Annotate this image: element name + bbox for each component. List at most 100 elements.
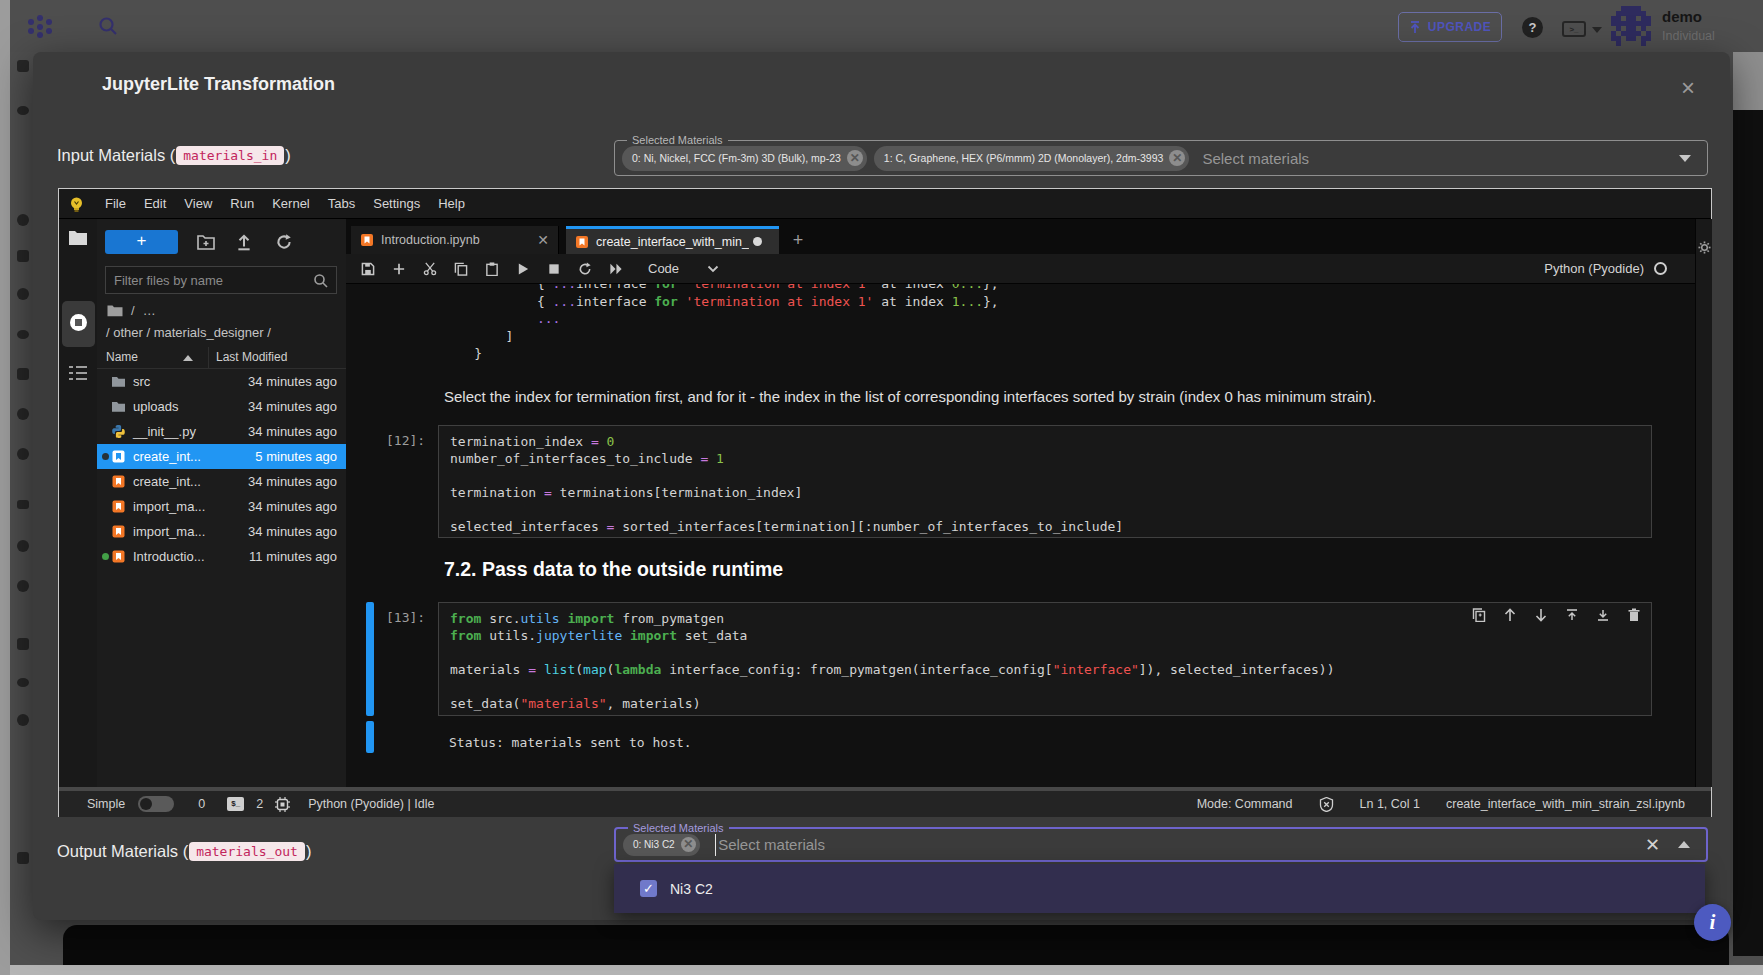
file-row[interactable]: Introductio...11 minutes ago xyxy=(97,544,346,569)
insert-cell-above-icon[interactable] xyxy=(1565,608,1579,622)
new-folder-icon[interactable] xyxy=(197,233,215,251)
breadcrumb-ellipsis[interactable]: … xyxy=(143,303,156,318)
output-label-suffix: ) xyxy=(306,842,312,861)
file-row[interactable]: __init__.py34 minutes ago xyxy=(97,419,346,444)
refresh-icon[interactable] xyxy=(275,233,293,251)
filter-files-input[interactable]: Filter files by name xyxy=(105,266,337,294)
file-list-header: Name Last Modified xyxy=(97,347,346,369)
output-materials-select[interactable]: Selected Materials 0: Ni3 C2✕ Select mat… xyxy=(614,827,1708,862)
move-cell-down-icon[interactable] xyxy=(1534,608,1548,622)
tab-close-icon[interactable]: ✕ xyxy=(537,232,549,248)
home-folder-icon[interactable] xyxy=(107,304,123,317)
dropdown-item-label[interactable]: Ni3 C2 xyxy=(670,881,713,897)
tab-introduction[interactable]: Introduction.ipynb ✕ xyxy=(351,226,559,254)
menu-run[interactable]: Run xyxy=(221,196,263,211)
unsaved-dot-icon[interactable] xyxy=(753,237,762,246)
console-caret-icon[interactable] xyxy=(1592,27,1602,33)
upload-icon[interactable] xyxy=(235,233,253,251)
restart-run-all-icon[interactable] xyxy=(609,262,623,276)
save-icon[interactable] xyxy=(361,262,375,276)
file-row[interactable]: import_ma...34 minutes ago xyxy=(97,494,346,519)
sort-asc-icon[interactable] xyxy=(183,355,193,361)
breadcrumb-root[interactable]: / xyxy=(131,303,135,318)
file-list: src34 minutes agouploads34 minutes ago__… xyxy=(97,369,346,569)
copy-icon[interactable] xyxy=(454,262,468,276)
code-cell-13[interactable]: from src.utils import from_pymatgenfrom … xyxy=(438,602,1652,716)
filter-search-icon xyxy=(313,273,328,288)
menu-view[interactable]: View xyxy=(175,196,221,211)
file-row[interactable]: src34 minutes ago xyxy=(97,369,346,394)
material-chip[interactable]: 0: Ni, Nickel, FCC (Fm-3m) 3D (Bulk), mp… xyxy=(622,146,867,171)
cell-13-prompt: [13]: xyxy=(386,610,434,625)
menu-file[interactable]: File xyxy=(96,196,135,211)
notebook-pane: Introduction.ipynb ✕ create_interface_wi… xyxy=(346,219,1711,787)
cell-type-caret-icon[interactable] xyxy=(707,265,719,273)
help-icon[interactable]: ? xyxy=(1522,17,1543,38)
cursor-position[interactable]: Ln 1, Col 1 xyxy=(1360,797,1420,811)
file-row[interactable]: create_int...34 minutes ago xyxy=(97,469,346,494)
close-icon[interactable]: × xyxy=(1675,76,1701,102)
cell-type-select[interactable]: Code xyxy=(648,261,679,276)
chip-remove-icon[interactable]: ✕ xyxy=(1169,150,1185,166)
chevron-down-icon[interactable] xyxy=(1679,155,1691,162)
new-tab-button[interactable]: + xyxy=(783,226,813,254)
file-modified-time: 11 minutes ago xyxy=(249,549,337,564)
menu-edit[interactable]: Edit xyxy=(135,196,175,211)
kernel-status[interactable]: Python (Pyodide) | Idle xyxy=(308,797,434,811)
file-row[interactable]: uploads34 minutes ago xyxy=(97,394,346,419)
markdown-paragraph: Select the index for termination first, … xyxy=(444,388,1376,405)
file-row[interactable]: import_ma...34 minutes ago xyxy=(97,519,346,544)
duplicate-cell-icon[interactable] xyxy=(1472,608,1486,622)
column-last-modified[interactable]: Last Modified xyxy=(216,350,287,364)
move-cell-up-icon[interactable] xyxy=(1503,608,1517,622)
material-chip[interactable]: 1: C, Graphene, HEX (P6/mmm) 2D (Monolay… xyxy=(874,146,1190,171)
code-cell-12[interactable]: termination_index = 0number_of_interface… xyxy=(438,425,1652,538)
breadcrumb[interactable]: / … xyxy=(107,303,156,318)
console-icon[interactable]: >_ xyxy=(1562,21,1586,37)
kernel-count[interactable]: 2 xyxy=(256,797,263,811)
chip-remove-icon[interactable]: ✕ xyxy=(681,837,696,852)
upgrade-button[interactable]: UPGRADE xyxy=(1398,12,1502,42)
notebook-scroll-area[interactable]: { ...interface for 'termination at index… xyxy=(346,284,1695,787)
stop-icon[interactable] xyxy=(547,262,561,276)
menu-tabs[interactable]: Tabs xyxy=(319,196,364,211)
python-file-icon xyxy=(111,424,126,439)
terminal-count[interactable]: 0 xyxy=(198,797,205,811)
cell-output-text: Status: materials sent to host. xyxy=(449,734,692,752)
restart-icon[interactable] xyxy=(578,262,592,276)
gear-icon[interactable] xyxy=(1698,241,1711,254)
tab-create-interface[interactable]: create_interface_with_min_ xyxy=(566,226,779,254)
insert-cell-below-icon[interactable] xyxy=(1596,608,1610,622)
input-materials-select[interactable]: Selected Materials 0: Ni, Nickel, FCC (F… xyxy=(614,140,1708,176)
paste-icon[interactable] xyxy=(485,262,499,276)
app-logo-icon[interactable] xyxy=(28,15,52,39)
new-launcher-button[interactable]: + xyxy=(105,230,178,254)
running-sessions-icon[interactable] xyxy=(68,312,89,333)
chevron-up-icon[interactable] xyxy=(1678,841,1690,848)
kernel-name[interactable]: Python (Pyodide) xyxy=(1544,261,1644,276)
jupyter-menu-bar: FileEditViewRunKernelTabsSettingsHelp xyxy=(59,189,1711,219)
delete-cell-icon[interactable] xyxy=(1627,608,1641,622)
open-file-dot xyxy=(102,453,109,460)
material-chip-label: 1: C, Graphene, HEX (P6/mmm) 2D (Monolay… xyxy=(884,152,1164,164)
search-icon[interactable] xyxy=(98,16,118,36)
avatar[interactable] xyxy=(1608,5,1654,47)
run-icon[interactable] xyxy=(516,262,530,276)
file-row[interactable]: create_int...5 minutes ago xyxy=(97,444,346,469)
chip-remove-icon[interactable]: ✕ xyxy=(847,150,863,166)
notification-icon[interactable] xyxy=(1319,797,1334,812)
checkbox[interactable]: ✓ xyxy=(640,880,657,897)
cut-icon[interactable] xyxy=(423,262,437,276)
user-name[interactable]: demo xyxy=(1662,8,1702,25)
menu-settings[interactable]: Settings xyxy=(364,196,429,211)
material-chip[interactable]: 0: Ni3 C2✕ xyxy=(623,834,700,856)
clear-selection-icon[interactable]: ✕ xyxy=(1645,835,1660,855)
info-button[interactable]: i xyxy=(1694,904,1731,941)
toc-tab-icon[interactable] xyxy=(68,365,88,381)
files-tab-icon[interactable] xyxy=(68,229,88,247)
column-name[interactable]: Name xyxy=(106,350,138,364)
menu-help[interactable]: Help xyxy=(429,196,474,211)
simple-mode-toggle[interactable] xyxy=(138,796,174,812)
menu-kernel[interactable]: Kernel xyxy=(263,196,319,211)
insert-cell-icon[interactable] xyxy=(392,262,406,276)
